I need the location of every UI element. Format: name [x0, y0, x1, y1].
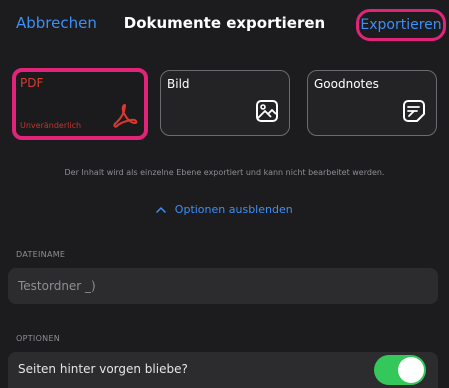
option-toggle-switch[interactable] — [374, 355, 426, 385]
export-button[interactable]: Exportieren — [356, 9, 446, 41]
export-button-label: Exportieren — [360, 17, 442, 33]
goodnotes-document-icon — [402, 99, 426, 127]
format-label-bild: Bild — [167, 77, 190, 91]
format-sublabel-pdf: Unveränderlich — [20, 121, 82, 130]
option-row-label: Seiten hinter vorgen bliebe? — [18, 362, 188, 376]
format-option-goodnotes[interactable]: Goodnotes — [307, 70, 437, 136]
options-section-label: OPTIONEN — [16, 334, 61, 343]
header: Abbrechen Dokumente exportieren Exportie… — [0, 0, 449, 52]
filename-field[interactable]: Testordner _) — [8, 268, 438, 304]
chevron-up-icon — [156, 203, 175, 216]
format-label-goodnotes: Goodnotes — [314, 77, 379, 91]
toggle-knob — [398, 357, 424, 383]
toggle-options-label: Optionen ausblenden — [174, 203, 293, 216]
image-icon — [255, 99, 279, 127]
filename-section-label: DATEINAME — [16, 250, 66, 259]
export-info-text: Der Inhalt wird als einzelne Ebene expor… — [64, 168, 385, 177]
format-option-bild[interactable]: Bild — [160, 70, 290, 136]
format-label-pdf: PDF — [20, 76, 44, 90]
pdf-acrobat-icon — [112, 102, 138, 132]
toggle-options-button[interactable]: Optionen ausblenden — [0, 203, 449, 216]
format-option-pdf[interactable]: PDF Unveränderlich — [12, 68, 148, 140]
